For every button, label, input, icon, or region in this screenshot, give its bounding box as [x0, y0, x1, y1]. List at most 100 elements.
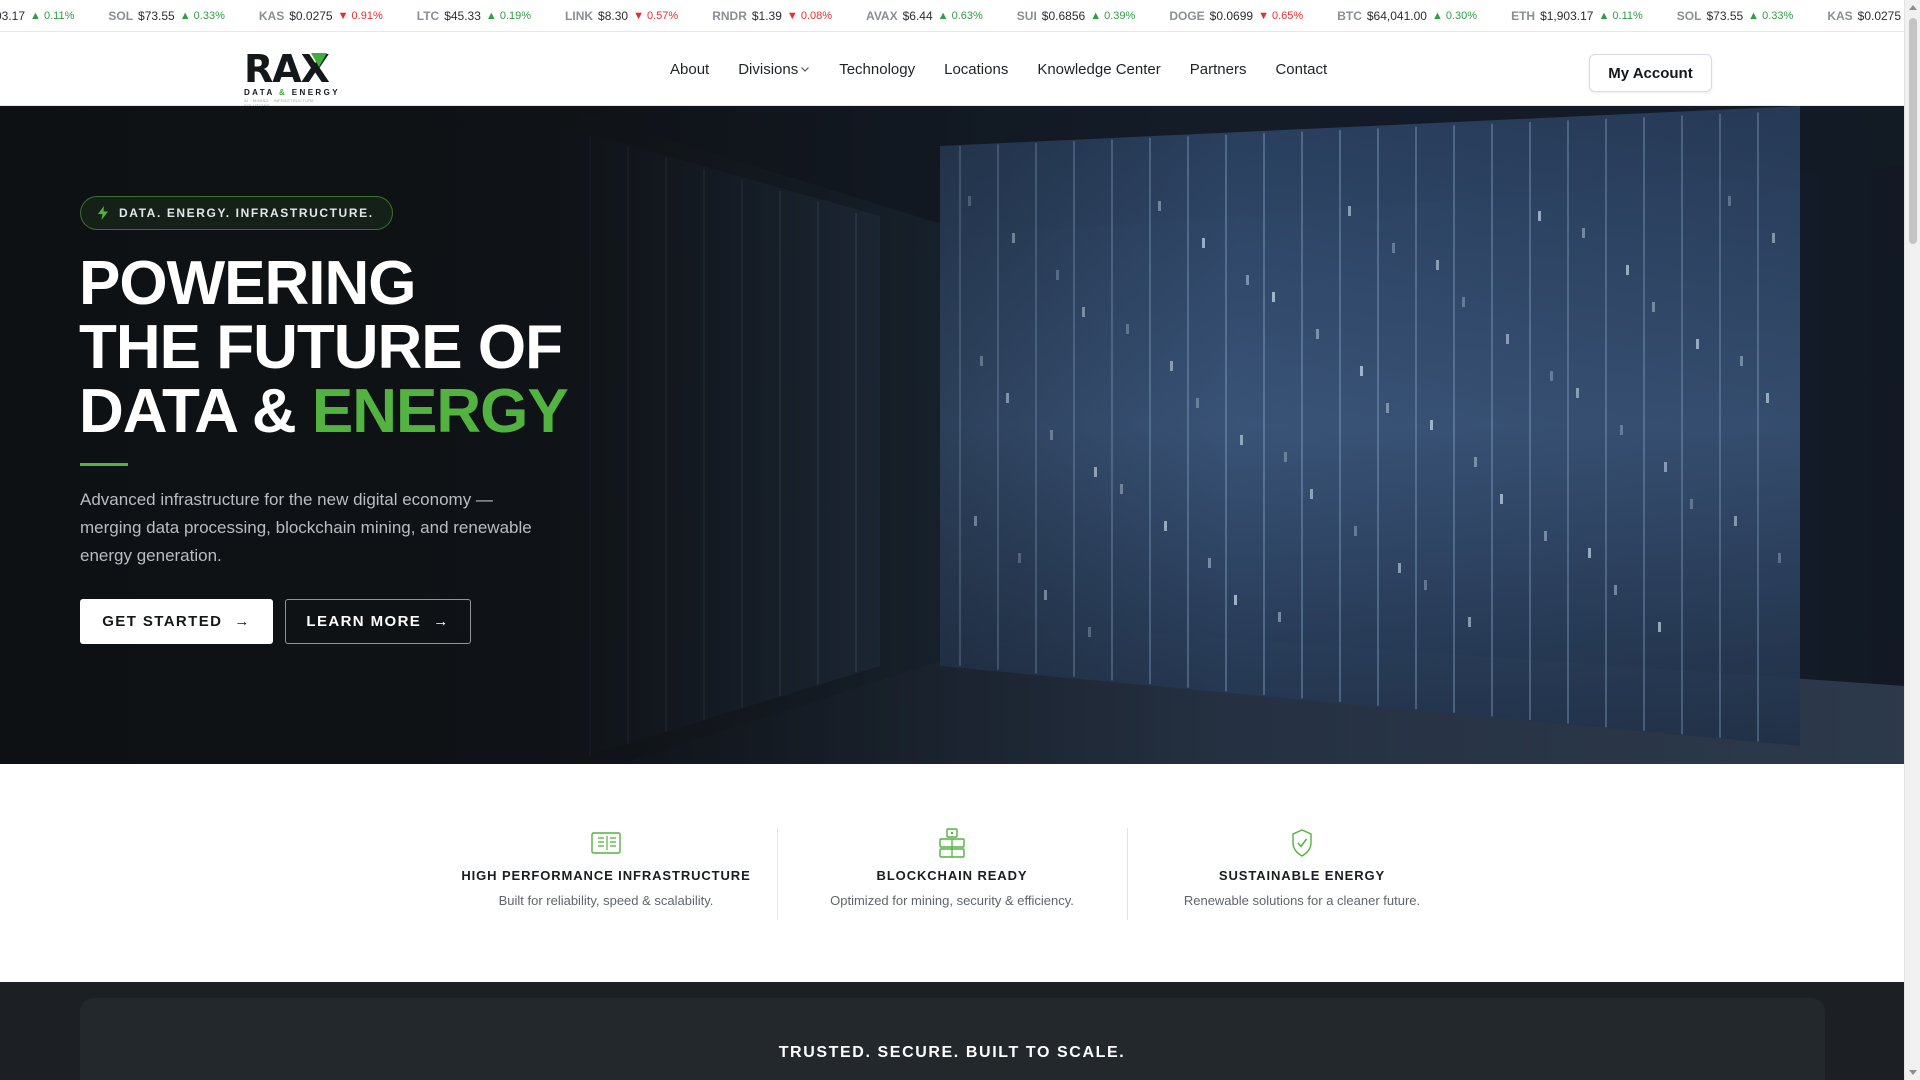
- logo-wordmark: RAX: [244, 50, 344, 88]
- ticker-change: ▲ 0.63%: [937, 10, 983, 22]
- hero-title: POWERING THE FUTURE OF DATA & ENERGY: [79, 249, 569, 446]
- leaf-shield-icon: [1292, 829, 1312, 857]
- logo-wordmark-ra: RA: [244, 47, 302, 91]
- ticker-symbol: SUI: [1016, 9, 1037, 23]
- ticker-price: $0.0699: [1209, 9, 1254, 23]
- nav-contact[interactable]: Contact: [1275, 61, 1327, 78]
- ticker-item: AVAX $6.44 ▲ 0.63%: [866, 9, 983, 23]
- ticker-item: 03.17 ▲ 0.11%: [0, 9, 74, 23]
- feature-blockchain-ready: BLOCKCHAIN READY Optimized for mining, s…: [777, 828, 1127, 920]
- ticker-symbol: AVAX: [866, 9, 898, 23]
- features-section: HIGH PERFORMANCE INFRASTRUCTURE Built fo…: [0, 764, 1904, 982]
- ticker-change: ▼ 0.91%: [337, 10, 383, 22]
- ticker-item: RNDR $1.39 ▼ 0.08%: [712, 9, 832, 23]
- title-accent-rule: [80, 463, 128, 466]
- ticker-change: ▲ 0.30%: [1431, 10, 1478, 22]
- ticker-item: SOL $73.55 ▲ 0.33%: [1677, 9, 1794, 23]
- lightning-bolt-icon: [98, 206, 108, 220]
- ticker-price: $45.33: [444, 9, 481, 23]
- feature-description: Renewable solutions for a cleaner future…: [1183, 893, 1421, 908]
- chevron-down-icon: [801, 67, 810, 72]
- ticker-price: $1.39: [751, 9, 782, 23]
- get-started-label: GET STARTED: [102, 613, 223, 630]
- scroll-down-arrow-icon[interactable]: [1909, 1070, 1917, 1075]
- scrollbar-thumb[interactable]: [1909, 18, 1917, 244]
- hero-title-accent: ENERGY: [311, 377, 569, 446]
- ticker-item: DOGE $0.0699 ▼ 0.65%: [1169, 9, 1303, 23]
- ticker-item: KAS$0.0275▼: [1827, 9, 1904, 23]
- ticker-symbol: SOL: [108, 9, 134, 23]
- hero-description: Advanced infrastructure for the new digi…: [80, 490, 532, 565]
- ticker-item: LINK $8.30 ▼ 0.57%: [565, 9, 678, 23]
- feature-high-performance: HIGH PERFORMANCE INFRASTRUCTURE Built fo…: [431, 828, 781, 920]
- ticker-symbol: LTC: [416, 9, 440, 23]
- blockchain-blocks-icon: [939, 828, 965, 858]
- nav-about[interactable]: About: [670, 61, 709, 78]
- ticker-symbol: BTC: [1337, 9, 1362, 23]
- ticker-price: $1,903.17: [1540, 9, 1594, 23]
- nav-technology[interactable]: Technology: [839, 61, 915, 78]
- trusted-title: TRUSTED. SECURE. BUILT TO SCALE.: [778, 1044, 1126, 1061]
- ticker-price: $6.44: [902, 9, 933, 23]
- ticker-track: 03.17 ▲ 0.11% SOL $73.55 ▲ 0.33% KAS $0.0275 ▼ …: [0, 0, 1904, 31]
- ticker-item: SOL $73.55 ▲ 0.33%: [108, 9, 225, 23]
- feature-title: SUSTAINABLE ENERGY: [1218, 868, 1386, 883]
- nav-divisions[interactable]: Divisions: [738, 61, 810, 78]
- ticker-symbol: RNDR: [712, 9, 747, 23]
- ticker-symbol: ETH: [1511, 9, 1536, 23]
- ticker-change: ▲ 0.39%: [1090, 10, 1136, 22]
- trusted-section: TRUSTED. SECURE. BUILT TO SCALE.: [0, 982, 1904, 1080]
- logo-wordmark-x: X: [300, 47, 330, 91]
- nav-locations[interactable]: Locations: [944, 61, 1008, 78]
- ticker-price: $64,041.00: [1366, 9, 1427, 23]
- hero-title-line-3: DATA & ENERGY: [79, 377, 569, 446]
- ticker-change: ▼ 0.65%: [1258, 10, 1304, 22]
- ticker-item: BTC $64,041.00 ▲ 0.30%: [1337, 9, 1477, 23]
- hero-title-line-3-prefix: DATA &: [79, 377, 312, 446]
- hero-title-line-2: THE FUTURE OF: [79, 313, 563, 382]
- ticker-change: ▲ 0.33%: [1748, 10, 1794, 22]
- ticker-price: $73.55: [1706, 9, 1744, 23]
- ticker-price: $8.30: [598, 9, 629, 23]
- feature-title: HIGH PERFORMANCE INFRASTRUCTURE: [461, 868, 751, 883]
- ticker-symbol: SOL: [1676, 9, 1702, 23]
- feature-description: Built for reliability, speed & scalabili…: [498, 893, 714, 908]
- hero-title-line-1: POWERING: [79, 249, 416, 318]
- server-rack-icon: [591, 832, 621, 854]
- rax-logo[interactable]: RAX DATA & ENERGY AI · MINING · INFRASTR…: [244, 50, 344, 108]
- crypto-ticker: 03.17 ▲ 0.11% SOL $73.55 ▲ 0.33% KAS $0.0275 ▼ …: [0, 0, 1904, 32]
- ticker-change: ▲ 0.33%: [179, 10, 225, 22]
- hero-section: DATA. ENERGY. INFRASTRUCTURE. POWERING T…: [0, 106, 1904, 764]
- main-nav: About Divisions Technology Locations Kno…: [670, 32, 1327, 106]
- arrow-right-icon: →: [234, 613, 251, 630]
- learn-more-button[interactable]: LEARN MORE →: [285, 599, 471, 644]
- ticker-item: SUI $0.6856 ▲ 0.39%: [1017, 9, 1136, 23]
- hero-badge: DATA. ENERGY. INFRASTRUCTURE.: [80, 196, 393, 230]
- ticker-change: ▼ 0.57%: [633, 10, 679, 22]
- ticker-item: ETH $1,903.17 ▲ 0.11%: [1511, 9, 1643, 23]
- ticker-item: KAS $0.0275 ▼ 0.91%: [259, 9, 383, 23]
- ticker-change: ▲ 0.11%: [30, 10, 75, 22]
- feature-sustainable-energy: SUSTAINABLE ENERGY Renewable solutions f…: [1127, 828, 1477, 920]
- get-started-button[interactable]: GET STARTED →: [80, 599, 273, 644]
- ticker-change: ▼ 0.08%: [786, 10, 833, 22]
- feature-title: BLOCKCHAIN READY: [876, 868, 1028, 883]
- site-header: RAX DATA & ENERGY AI · MINING · INFRASTR…: [0, 32, 1904, 108]
- ticker-change: ▲ 0.19%: [485, 10, 532, 22]
- page-scrollbar[interactable]: [1904, 0, 1920, 1080]
- ticker-item: LTC $45.33 ▲ 0.19%: [417, 9, 531, 23]
- learn-more-label: LEARN MORE: [306, 613, 422, 630]
- ticker-price: 03.17: [0, 9, 26, 23]
- nav-partners[interactable]: Partners: [1190, 61, 1247, 78]
- arrow-right-icon: →: [433, 613, 450, 630]
- trusted-card: [80, 998, 1825, 1080]
- ticker-symbol: LINK: [565, 9, 594, 23]
- scroll-up-arrow-icon[interactable]: [1909, 5, 1917, 10]
- nav-knowledge-center[interactable]: Knowledge Center: [1037, 61, 1160, 78]
- feature-description: Optimized for mining, security & efficie…: [830, 893, 1074, 908]
- my-account-button[interactable]: My Account: [1589, 54, 1712, 92]
- ticker-price: $0.0275: [1857, 9, 1902, 23]
- nav-divisions-label: Divisions: [738, 60, 799, 78]
- ticker-symbol: KAS: [1827, 9, 1853, 23]
- ticker-price: $73.55: [138, 9, 175, 23]
